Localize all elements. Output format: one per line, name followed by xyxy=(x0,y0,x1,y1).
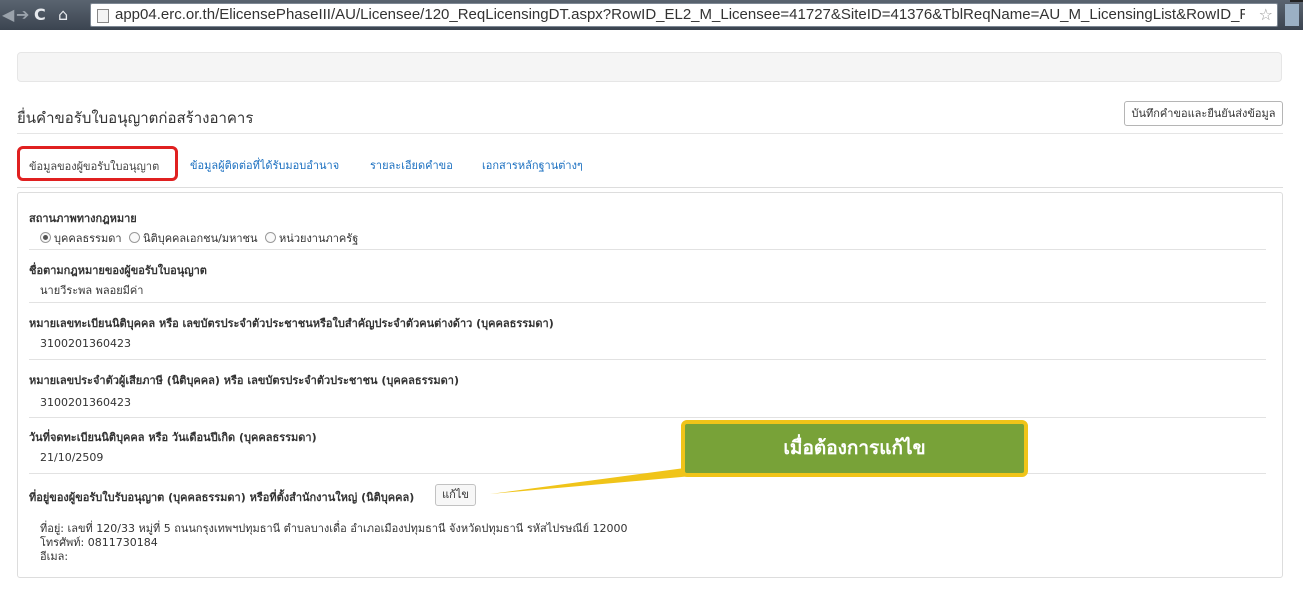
callout-pointer xyxy=(490,458,760,494)
edit-hint-callout: เมื่อต้องการแก้ไข xyxy=(681,420,1028,477)
